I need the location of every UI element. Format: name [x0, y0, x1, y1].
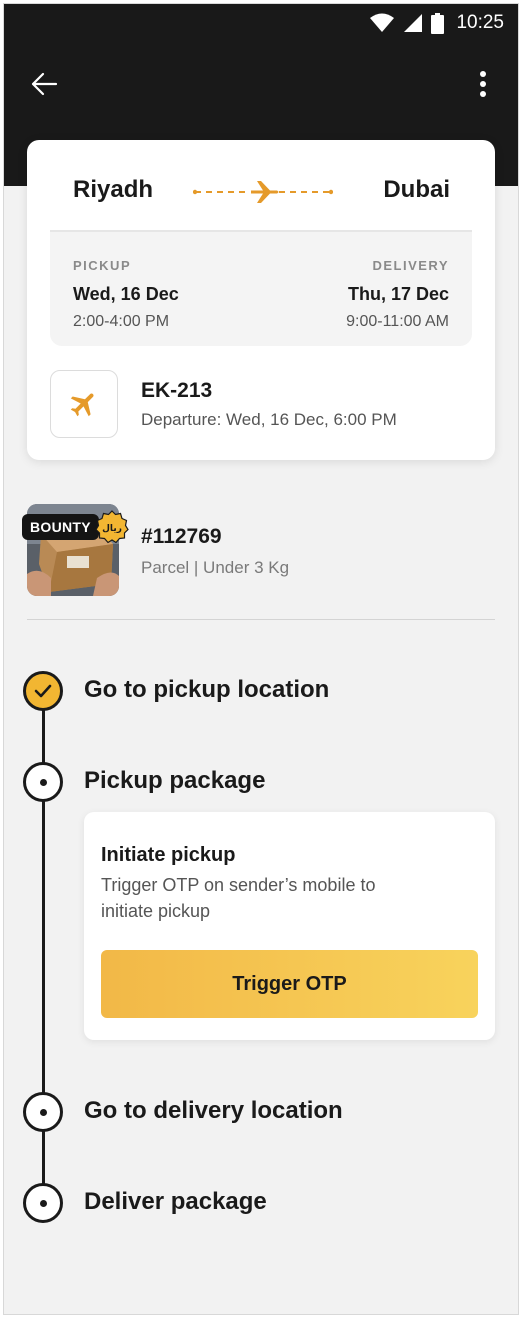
trip-card[interactable]: Riyadh Dubai PICKUP Wed, 16 Dec 2:00-4:0…	[27, 140, 495, 460]
step-go-to-pickup[interactable]: Go to pickup location	[23, 671, 483, 713]
app-screen: 10:25 Riyadh Dubai PICKUP Wed, 16 Dec 2:…	[3, 3, 519, 1315]
parcel-row[interactable]: BOUNTY ريال #112769 Parcel | Under 3 Kg	[22, 504, 497, 599]
step-go-to-delivery[interactable]: Go to delivery location	[23, 1092, 483, 1134]
status-bar: 10:25	[369, 10, 504, 36]
step-title: Go to pickup location	[84, 676, 330, 703]
step-marker	[23, 1092, 63, 1132]
delivery-label: DELIVERY	[372, 258, 449, 273]
check-icon	[34, 684, 52, 698]
pickup-schedule: PICKUP Wed, 16 Dec 2:00-4:00 PM	[73, 258, 179, 331]
step-marker	[23, 1183, 63, 1223]
pickup-label: PICKUP	[73, 258, 132, 273]
step-deliver-package[interactable]: Deliver package	[23, 1183, 483, 1225]
flight-departure: Departure: Wed, 16 Dec, 6:00 PM	[141, 410, 397, 429]
action-description: Trigger OTP on sender’s mobile to initia…	[101, 875, 376, 921]
more-vert-icon	[480, 71, 486, 97]
step-dot	[39, 1108, 47, 1116]
step-pickup-package[interactable]: Pickup package	[23, 762, 483, 804]
destination-city: Dubai	[383, 176, 450, 203]
step-title: Go to delivery location	[84, 1097, 343, 1124]
pickup-time: 2:00-4:00 PM	[73, 313, 170, 330]
step-dot	[39, 778, 47, 786]
signal-icon	[404, 14, 423, 32]
step-dot	[39, 1199, 47, 1207]
delivery-schedule: DELIVERY Thu, 17 Dec 9:00-11:00 AM	[346, 258, 449, 331]
initiate-pickup-card: Initiate pickup Trigger OTP on sender’s …	[84, 812, 495, 1040]
back-button[interactable]	[26, 66, 62, 102]
divider	[27, 619, 495, 620]
parcel-meta: Parcel | Under 3 Kg	[141, 558, 290, 577]
more-options-button[interactable]	[468, 66, 498, 102]
back-arrow-icon	[31, 72, 58, 96]
trigger-otp-button[interactable]: Trigger OTP	[101, 950, 478, 1018]
battery-icon	[431, 12, 445, 34]
step-done-marker	[23, 671, 63, 711]
step-title: Deliver package	[84, 1188, 267, 1215]
schedule-box: PICKUP Wed, 16 Dec 2:00-4:00 PM DELIVERY…	[50, 230, 472, 346]
delivery-date: Thu, 17 Dec	[347, 284, 449, 304]
flight-number: EK-213	[141, 379, 213, 402]
flight-icon-box	[50, 370, 118, 438]
wifi-icon	[370, 13, 395, 32]
action-title: Initiate pickup	[101, 844, 236, 866]
origin-city: Riyadh	[73, 176, 154, 203]
step-title: Pickup package	[84, 767, 266, 794]
bounty-badge: BOUNTY	[22, 514, 99, 540]
parcel-id: #112769	[141, 525, 222, 548]
coin-text: ريال	[102, 524, 122, 534]
pickup-date: Wed, 16 Dec	[73, 284, 179, 304]
step-marker	[23, 762, 63, 802]
clock: 10:25	[456, 12, 504, 33]
route-plane-icon	[193, 181, 333, 203]
route-row: Riyadh Dubai	[27, 140, 495, 232]
coin-icon: ريال	[95, 510, 129, 544]
plane-icon	[70, 393, 94, 417]
flight-row: EK-213 Departure: Wed, 16 Dec, 6:00 PM	[50, 370, 470, 440]
delivery-time: 9:00-11:00 AM	[346, 313, 449, 330]
